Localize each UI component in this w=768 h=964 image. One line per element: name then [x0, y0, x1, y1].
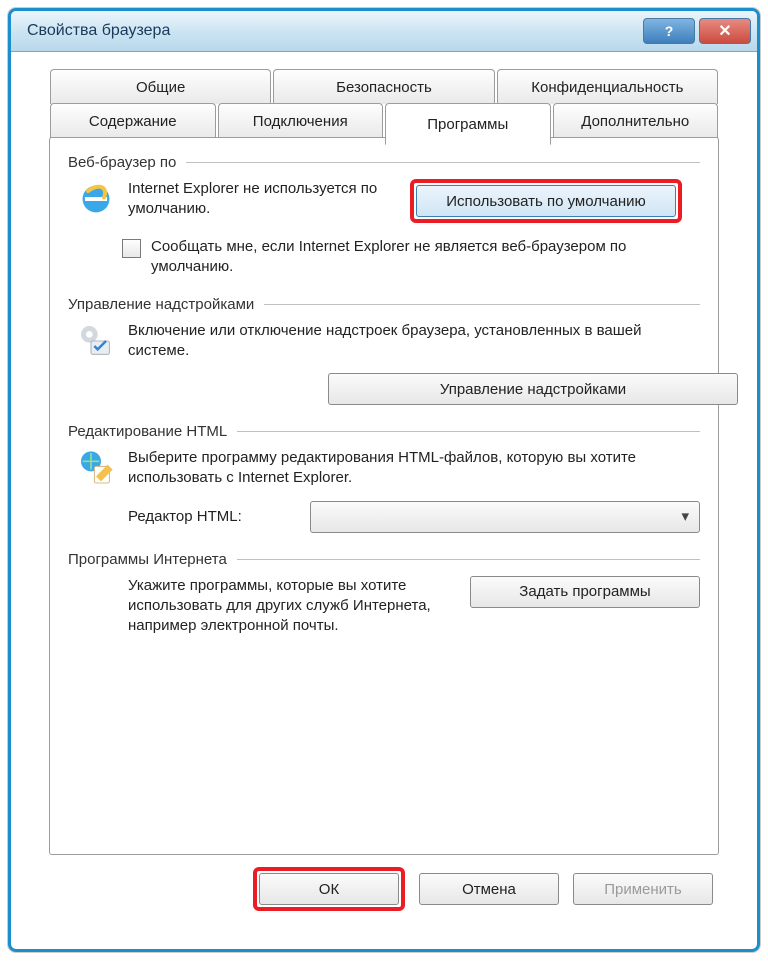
tab-programs[interactable]: Программы	[385, 103, 551, 145]
tab-privacy[interactable]: Конфиденциальность	[497, 69, 718, 104]
highlight-set-default: Использовать по умолчанию	[410, 179, 682, 223]
dialog-window: Свойства браузера ? ✕ Общие Безопасность…	[8, 8, 760, 952]
html-desc: Выберите программу редактирования HTML-ф…	[128, 448, 700, 489]
group-title: Веб-браузер по	[68, 154, 176, 171]
html-editor-label: Редактор HTML:	[128, 508, 298, 525]
programs-desc: Укажите программы, которые вы хотите исп…	[128, 576, 458, 637]
addons-desc: Включение или отключение надстроек брауз…	[128, 321, 700, 362]
titlebar: Свойства браузера ? ✕	[11, 11, 757, 52]
html-editor-icon	[76, 448, 116, 488]
tab-security[interactable]: Безопасность	[273, 69, 494, 104]
tab-advanced[interactable]: Дополнительно	[553, 103, 719, 138]
group-internet-programs: Программы Интернета Укажите программы, к…	[68, 551, 700, 637]
group-title: Управление надстройками	[68, 296, 254, 313]
highlight-ok: ОК	[253, 867, 405, 911]
notify-checkbox[interactable]	[122, 239, 141, 258]
group-title: Редактирование HTML	[68, 423, 227, 440]
html-editor-select[interactable]	[310, 501, 700, 533]
group-title: Программы Интернета	[68, 551, 227, 568]
ie-icon	[76, 179, 116, 219]
gear-icon	[76, 321, 116, 361]
tab-connections[interactable]: Подключения	[218, 103, 384, 138]
dialog-footer: ОК Отмена Применить	[49, 863, 719, 915]
tab-panel-programs: Веб-браузер по Internet Explorer не испо…	[49, 137, 719, 855]
window-title: Свойства браузера	[27, 22, 639, 40]
help-button[interactable]: ?	[643, 18, 695, 44]
close-button[interactable]: ✕	[699, 18, 751, 44]
set-programs-button[interactable]: Задать программы	[470, 576, 700, 608]
tab-content[interactable]: Содержание	[50, 103, 216, 138]
manage-addons-button[interactable]: Управление надстройками	[328, 373, 738, 405]
spacer	[76, 576, 116, 616]
notify-checkbox-row: Сообщать мне, если Internet Explorer не …	[122, 237, 700, 278]
notify-label: Сообщать мне, если Internet Explorer не …	[151, 237, 700, 278]
tabstrip: Общие Безопасность Конфиденциальность Со…	[35, 69, 733, 145]
ok-button[interactable]: ОК	[259, 873, 399, 905]
apply-button[interactable]: Применить	[573, 873, 713, 905]
group-html-editor: Редактирование HTML Выберите программу р…	[68, 423, 700, 533]
default-browser-status: Internet Explorer не используется по умо…	[128, 179, 398, 220]
set-default-button[interactable]: Использовать по умолчанию	[416, 185, 676, 217]
group-default-browser: Веб-браузер по Internet Explorer не испо…	[68, 154, 700, 278]
cancel-button[interactable]: Отмена	[419, 873, 559, 905]
group-addons: Управление надстройками Включение или от…	[68, 296, 700, 406]
tab-general[interactable]: Общие	[50, 69, 271, 104]
dialog-body: Общие Безопасность Конфиденциальность Со…	[35, 69, 733, 925]
